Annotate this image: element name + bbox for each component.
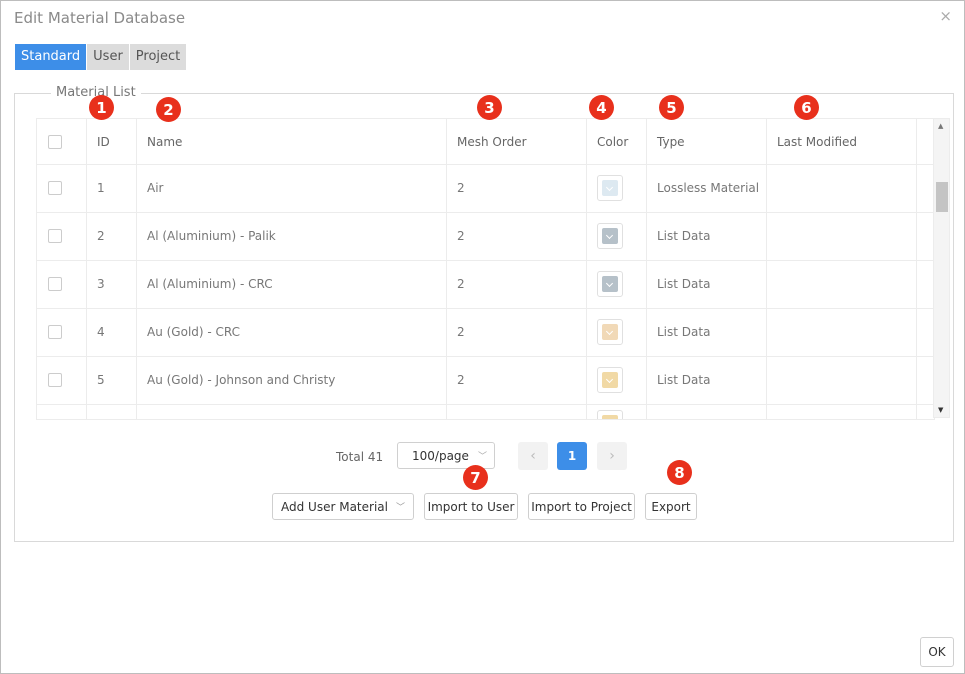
scrollbar-thumb[interactable] [936, 182, 948, 212]
row-last-modified [767, 260, 917, 308]
column-header-mesh-order[interactable]: Mesh Order [447, 119, 587, 164]
row-type: List Data [647, 212, 767, 260]
annotation-marker-2: 2 [156, 97, 181, 122]
scroll-up-icon[interactable]: ▲ [938, 122, 943, 130]
row-type: List Data [647, 260, 767, 308]
page-size-select[interactable]: 100/page ﹀ [397, 442, 495, 469]
color-swatch[interactable] [597, 367, 623, 393]
annotation-marker-1: 1 [89, 95, 114, 120]
color-swatch[interactable] [597, 271, 623, 297]
annotation-marker-7: 7 [463, 465, 488, 490]
row-id: 2 [87, 212, 137, 260]
row-checkbox[interactable] [48, 373, 62, 387]
annotation-marker-8: 8 [667, 460, 692, 485]
scroll-down-icon[interactable]: ▼ [938, 406, 943, 414]
color-fill [602, 415, 618, 419]
next-page-button[interactable]: › [597, 442, 627, 470]
chevron-down-icon: ﹀ [395, 503, 405, 513]
row-mesh-order: 2 [447, 356, 587, 404]
row-checkbox[interactable] [48, 277, 62, 291]
table-header: ID Name Mesh Order Color Type Last Modif… [37, 119, 934, 165]
color-swatch[interactable] [597, 223, 623, 249]
annotation-marker-3: 3 [477, 95, 502, 120]
row-name: Air [137, 164, 447, 212]
color-swatch[interactable] [597, 175, 623, 201]
column-header-type[interactable]: Type [647, 119, 767, 164]
row-type: List Data [647, 308, 767, 356]
page-size-value: 100/page [412, 448, 469, 463]
row-id: 4 [87, 308, 137, 356]
row-last-modified [767, 308, 917, 356]
row-type [647, 404, 767, 419]
row-id: 3 [87, 260, 137, 308]
color-swatch[interactable] [597, 410, 623, 419]
table-row[interactable]: 3 Al (Aluminium) - CRC 2 List Data [37, 260, 934, 309]
page-1-button[interactable]: 1 [557, 442, 587, 470]
annotation-marker-5: 5 [659, 95, 684, 120]
select-all-checkbox[interactable] [48, 134, 62, 149]
row-name: Al (Aluminium) - CRC [137, 260, 447, 308]
row-type: Lossless Material [647, 164, 767, 212]
row-name: Al (Aluminium) - Palik [137, 212, 447, 260]
row-id [87, 404, 137, 419]
tab-user[interactable]: User [87, 44, 130, 70]
row-last-modified [767, 404, 917, 419]
row-name: Au (Gold) - Johnson and Christy [137, 356, 447, 404]
table-row[interactable]: 1 Air 2 Lossless Material [37, 164, 934, 213]
color-fill [602, 276, 618, 292]
import-to-project-button[interactable]: Import to Project [528, 493, 635, 520]
import-to-user-button[interactable]: Import to User [424, 493, 518, 520]
total-count: Total 41 [336, 450, 384, 464]
export-button[interactable]: Export [645, 493, 697, 520]
add-user-material-label: Add User Material [281, 499, 388, 514]
color-fill [602, 228, 618, 244]
prev-page-button[interactable]: ‹ [518, 442, 548, 470]
row-mesh-order: 2 [447, 260, 587, 308]
color-fill [602, 372, 618, 388]
dialog-title: Edit Material Database [14, 9, 186, 27]
ok-button[interactable]: OK [920, 637, 954, 667]
column-header-name[interactable]: Name [137, 119, 447, 164]
row-last-modified [767, 164, 917, 212]
row-mesh-order: 2 [447, 164, 587, 212]
row-last-modified [767, 212, 917, 260]
row-id: 5 [87, 356, 137, 404]
column-header-id[interactable]: ID [87, 119, 137, 164]
row-id: 1 [87, 164, 137, 212]
material-table: ID Name Mesh Order Color Type Last Modif… [36, 118, 935, 420]
table-scrollbar[interactable]: ▲ ▼ [933, 118, 950, 418]
color-swatch[interactable] [597, 319, 623, 345]
table-row[interactable]: 4 Au (Gold) - CRC 2 List Data [37, 308, 934, 357]
tab-project[interactable]: Project [129, 44, 188, 70]
row-name: Au (Gold) - CRC [137, 308, 447, 356]
chevron-down-icon: ﹀ [477, 452, 487, 462]
database-tabs: Standard User Project [15, 44, 188, 70]
annotation-marker-6: 6 [794, 95, 819, 120]
row-name [137, 404, 447, 419]
table-row[interactable] [37, 404, 934, 419]
table-row[interactable]: 2 Al (Aluminium) - Palik 2 List Data [37, 212, 934, 261]
row-mesh-order: 2 [447, 212, 587, 260]
annotation-marker-4: 4 [589, 95, 614, 120]
edit-material-dialog: Edit Material Database × Standard User P… [0, 0, 965, 674]
row-mesh-order: 2 [447, 308, 587, 356]
row-checkbox[interactable] [48, 229, 62, 243]
table-row[interactable]: 5 Au (Gold) - Johnson and Christy 2 List… [37, 356, 934, 405]
color-fill [602, 180, 618, 196]
row-mesh-order [447, 404, 587, 419]
row-checkbox[interactable] [48, 181, 62, 195]
color-fill [602, 324, 618, 340]
close-icon[interactable]: × [939, 7, 952, 25]
column-header-last-modified[interactable]: Last Modified [767, 119, 917, 164]
tab-standard[interactable]: Standard [15, 44, 88, 70]
add-user-material-button[interactable]: Add User Material ﹀ [272, 493, 414, 520]
row-type: List Data [647, 356, 767, 404]
row-checkbox[interactable] [48, 325, 62, 339]
column-header-color[interactable]: Color [587, 119, 647, 164]
row-last-modified [767, 356, 917, 404]
